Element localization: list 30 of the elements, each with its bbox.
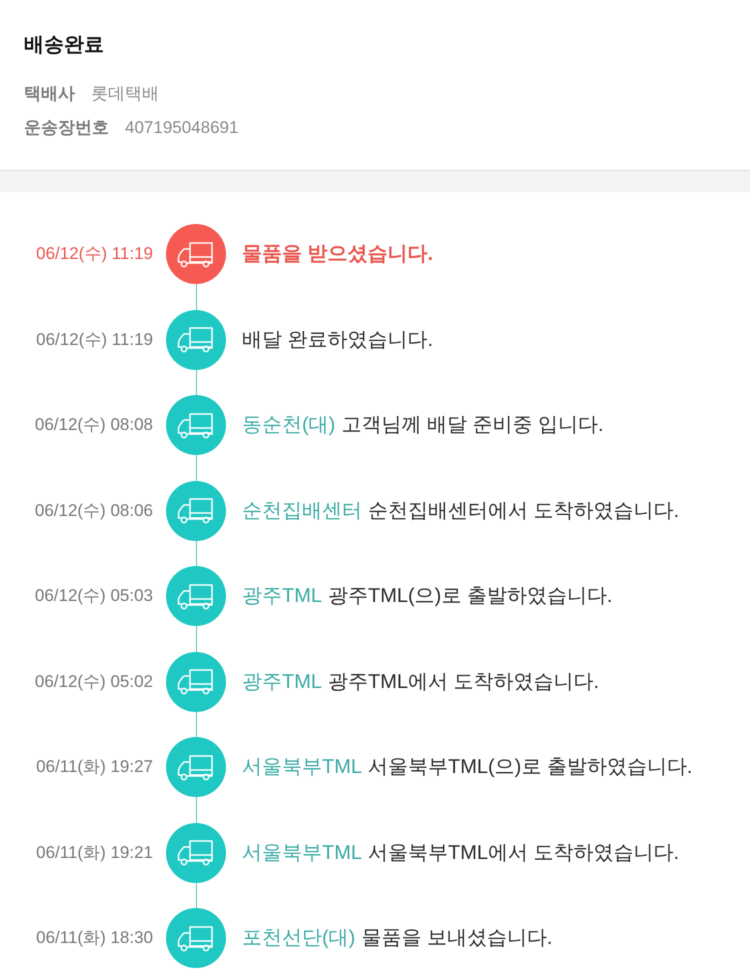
event-time: 06/11(화) 19:21 [36,842,153,864]
event-message: 물품을 보내셨습니다. [361,926,552,951]
event-message: 광주TML에서 도착하였습니다. [328,670,600,694]
event-time: 06/12(수) 08:08 [34,414,153,436]
event-message: 광주TML(으)로 출발하였습니다. [328,584,612,609]
event-time: 06/12(수) 05:03 [34,585,153,607]
event-message: 순천집배센터에서 도착하였습니다. [368,498,680,524]
field-label: 운송장번호 [24,117,109,139]
event-time: 06/11(화) 18:30 [36,927,153,949]
location-name: 서울북부TML [242,755,362,780]
event-message: 서울북부TML에서 도착하였습니다. [368,840,680,866]
field-value: 407195048691 [125,117,238,139]
event-message: 서울북부TML(으)로 출발하였습니다. [368,755,692,780]
event-message: 배달 완료하였습니다. [242,328,434,352]
location-name: 동순천(대) [242,413,336,438]
event-time: 06/12(수) 05:02 [34,670,153,692]
location-name: 광주TML [242,584,322,609]
location-name: 서울북부TML [242,840,362,866]
event-time: 06/11(화) 19:27 [36,756,153,778]
field-label: 택배사 [24,83,75,105]
event-message: 물품을 받으셨습니다. [242,242,434,267]
status-title: 배송완료 [24,33,105,57]
event-message: 고객님께 배달 준비중 입니다. [341,413,604,438]
field-value: 롯데택배 [91,83,159,105]
location-name: 순천집배센터 [242,498,362,524]
event-time: 06/12(수) 11:19 [36,328,153,350]
event-time: 06/12(수) 11:19 [36,243,153,265]
location-name: 광주TML [242,670,322,694]
location-name: 포천선단(대) [242,926,356,951]
event-time: 06/12(수) 08:06 [34,500,153,522]
